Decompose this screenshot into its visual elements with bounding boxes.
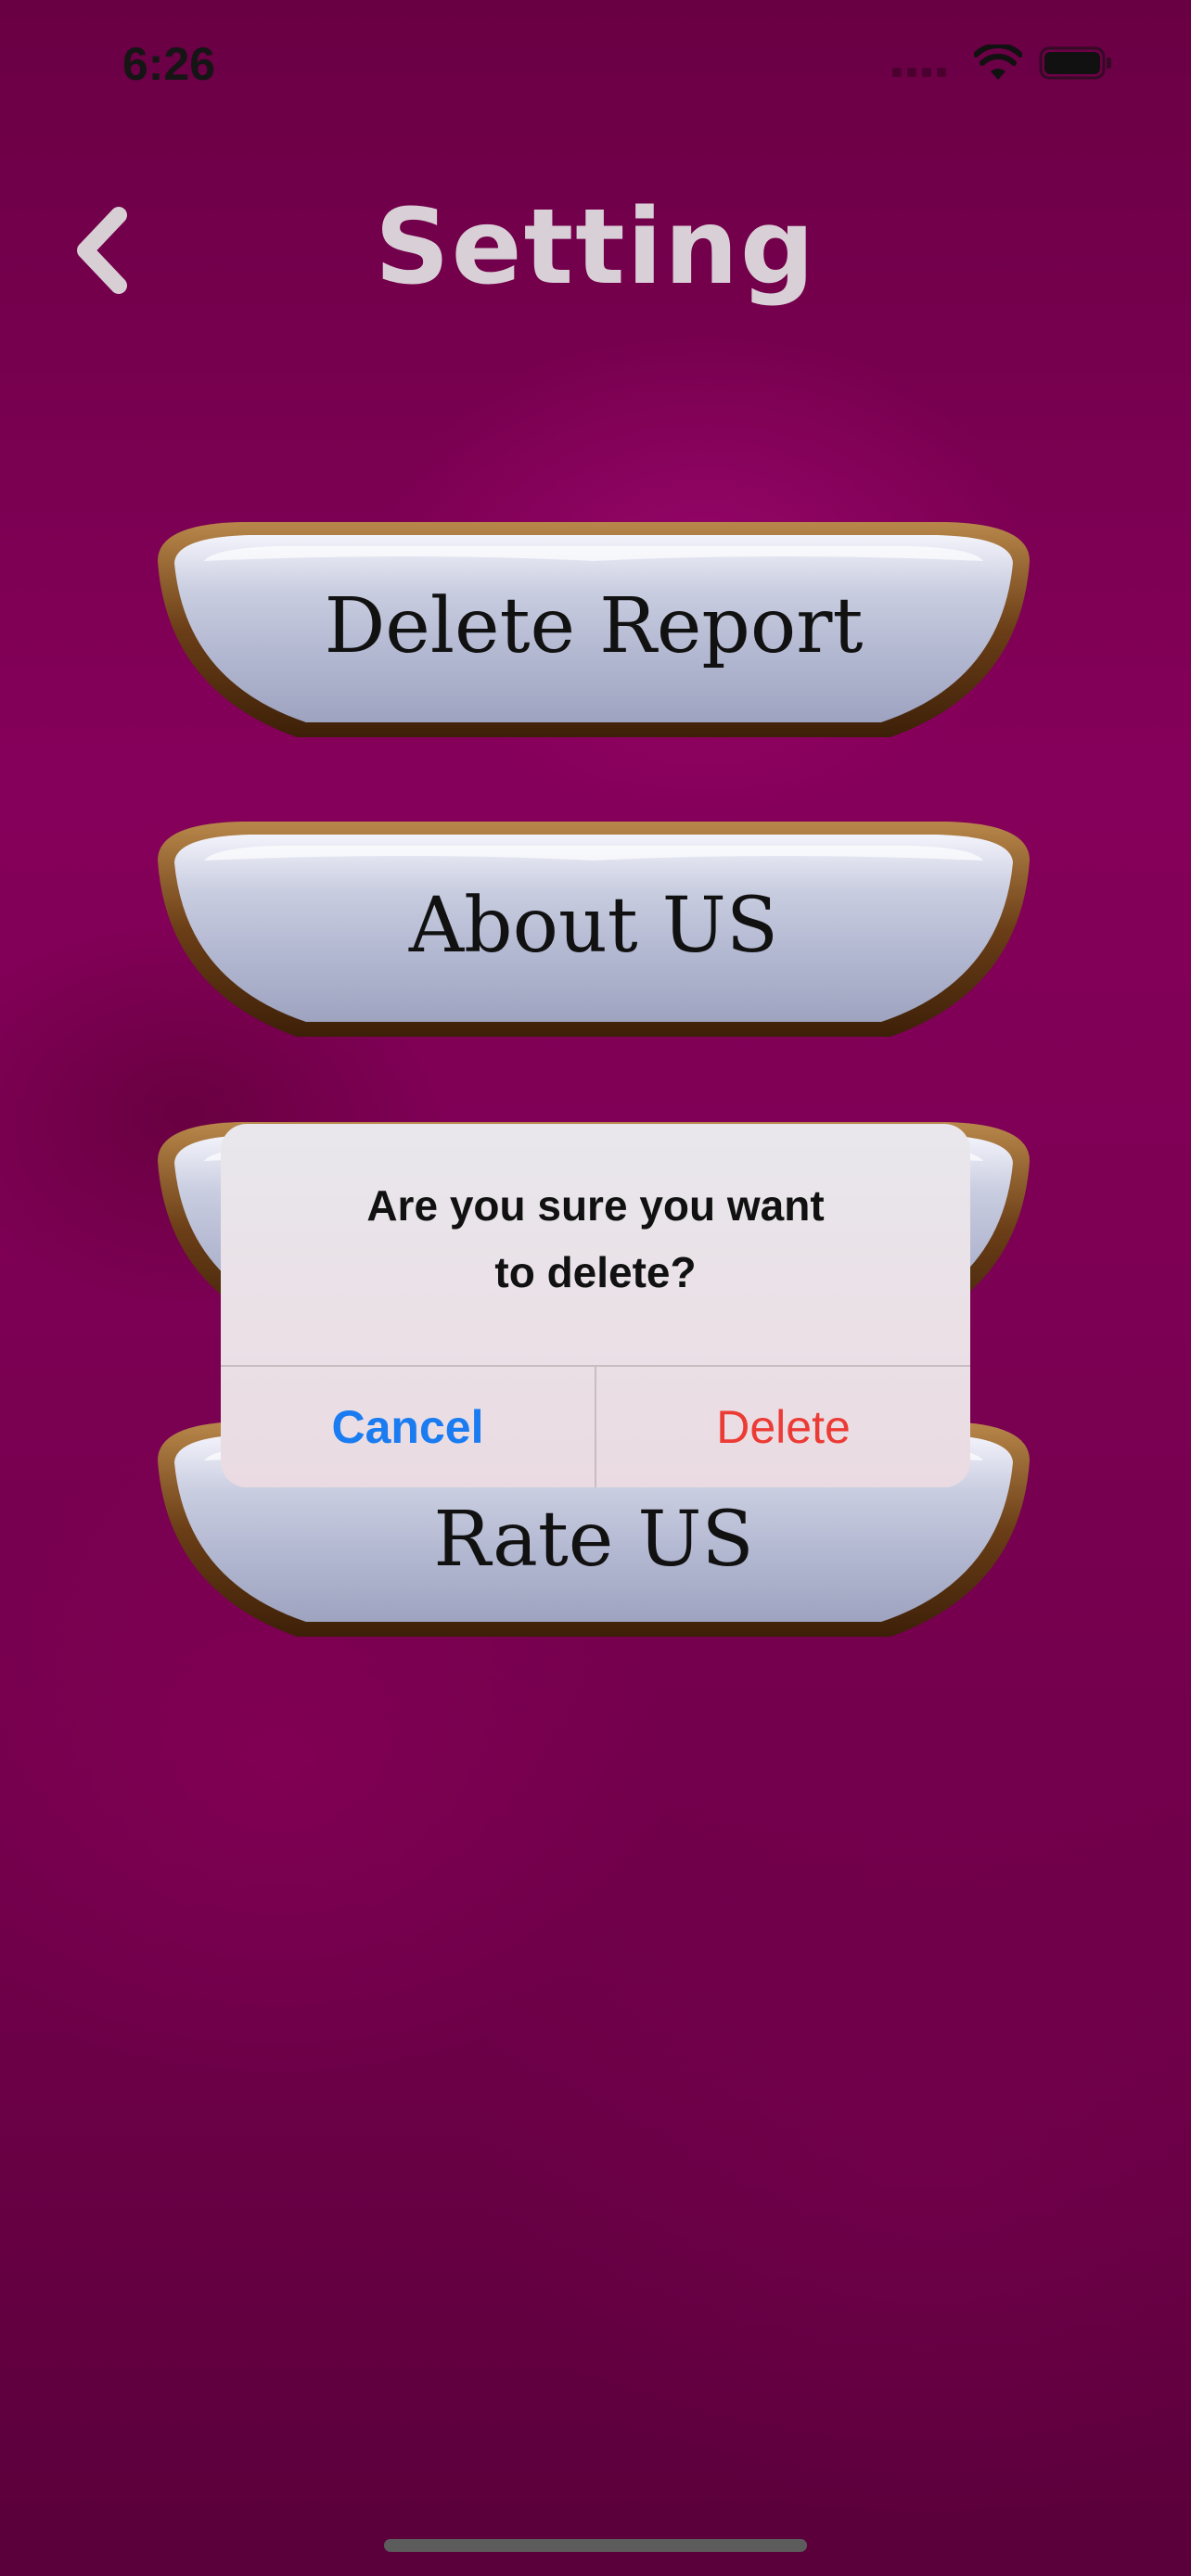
battery-icon	[1039, 45, 1113, 84]
page-title: Setting	[375, 187, 816, 308]
cancel-button[interactable]: Cancel	[221, 1367, 595, 1487]
alert-message-line2: to delete?	[494, 1248, 697, 1296]
status-time: 6:26	[122, 38, 216, 90]
wifi-icon	[973, 43, 1023, 85]
delete-report-label: Delete Report	[324, 581, 864, 670]
header: Setting	[0, 176, 1191, 334]
about-us-button[interactable]: About US	[130, 805, 1057, 1046]
home-indicator	[384, 2539, 807, 2552]
status-bar: 6:26	[0, 0, 1191, 130]
cellular-icon	[892, 49, 957, 81]
delete-button[interactable]: Delete	[596, 1367, 970, 1487]
alert-message: Are you sure you want to delete?	[258, 1172, 933, 1306]
status-icons	[892, 43, 1113, 85]
about-us-label: About US	[408, 881, 779, 970]
alert-message-line1: Are you sure you want	[366, 1181, 825, 1230]
delete-confirm-alert: Are you sure you want to delete? Cancel …	[221, 1124, 970, 1487]
delete-report-button[interactable]: Delete Report	[130, 505, 1057, 746]
